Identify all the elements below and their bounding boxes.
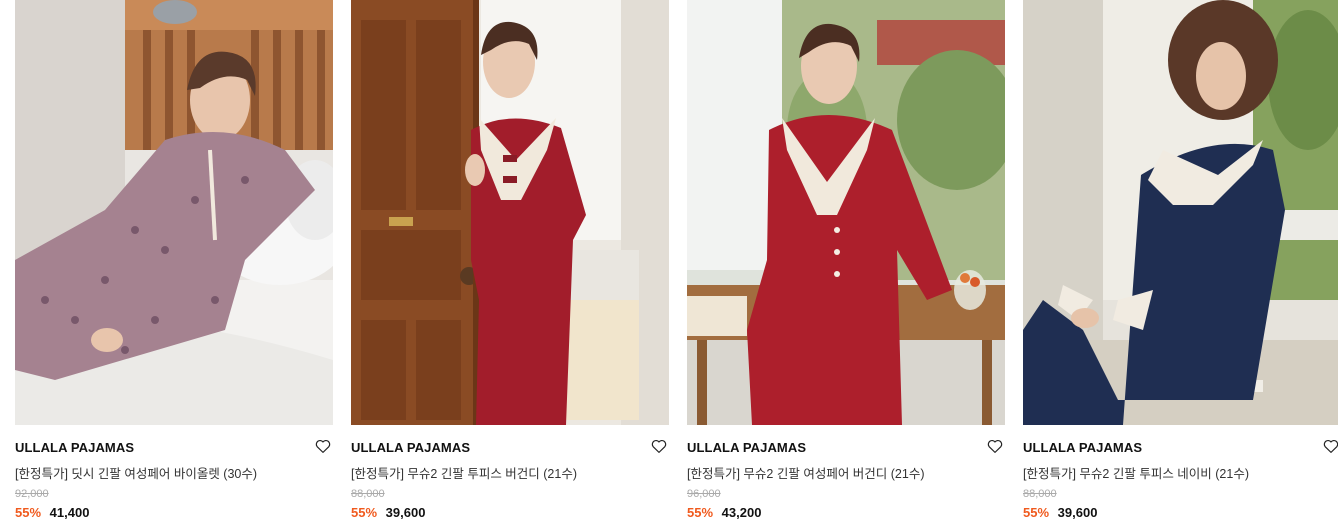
price-line: 55% 41,400: [15, 505, 89, 520]
sale-price: 41,400: [49, 505, 90, 520]
sale-price: 43,200: [721, 505, 762, 520]
price-line: 55% 43,200: [687, 505, 761, 520]
product-image[interactable]: [351, 0, 669, 425]
heart-outline-icon[interactable]: [314, 437, 332, 455]
product-title[interactable]: [한정특가] 무슈2 긴팔 투피스 네이비 (21수): [1023, 463, 1249, 482]
product-title[interactable]: [한정특가] 무슈2 긴팔 투피스 버건디 (21수): [351, 463, 577, 482]
product-photo-floral-pajamas: [15, 0, 333, 425]
original-price: 92,000: [15, 488, 49, 500]
product-title[interactable]: [한정특가] 무슈2 긴팔 여성페어 버건디 (21수): [687, 463, 925, 482]
product-card[interactable]: ULLALA PAJAMAS [한정특가] 무슈2 긴팔 여성페어 버건디 (2…: [687, 0, 1005, 521]
heart-outline-icon[interactable]: [986, 437, 1004, 455]
original-price: 96,000: [687, 488, 721, 500]
product-image[interactable]: [687, 0, 1005, 425]
product-image[interactable]: [15, 0, 333, 425]
product-photo-navy-pajamas-chair: [1023, 0, 1338, 425]
discount-rate: 55%: [351, 505, 378, 520]
price-line: 55% 39,600: [351, 505, 425, 520]
discount-rate: 55%: [1023, 505, 1050, 520]
price-line: 55% 39,600: [1023, 505, 1097, 520]
product-brand[interactable]: ULLALA PAJAMAS: [687, 440, 806, 455]
product-photo-red-pajamas-table: [687, 0, 1005, 425]
sale-price: 39,600: [1057, 505, 1098, 520]
product-photo-red-pajamas-door: [351, 0, 669, 425]
heart-outline-icon[interactable]: [1322, 437, 1338, 455]
product-card[interactable]: ULLALA PAJAMAS [한정특가] 무슈2 긴팔 투피스 네이비 (21…: [1023, 0, 1338, 521]
sale-price: 39,600: [385, 505, 426, 520]
product-image[interactable]: [1023, 0, 1338, 425]
product-grid: ULLALA PAJAMAS [한정특가] 딧시 긴팔 여성페어 바이올렛 (3…: [15, 0, 1338, 521]
original-price: 88,000: [1023, 488, 1057, 500]
discount-rate: 55%: [15, 505, 42, 520]
product-title[interactable]: [한정특가] 딧시 긴팔 여성페어 바이올렛 (30수): [15, 463, 257, 482]
product-brand[interactable]: ULLALA PAJAMAS: [351, 440, 470, 455]
discount-rate: 55%: [687, 505, 714, 520]
product-card[interactable]: ULLALA PAJAMAS [한정특가] 무슈2 긴팔 투피스 버건디 (21…: [351, 0, 669, 521]
original-price: 88,000: [351, 488, 385, 500]
product-brand[interactable]: ULLALA PAJAMAS: [1023, 440, 1142, 455]
heart-outline-icon[interactable]: [650, 437, 668, 455]
product-brand[interactable]: ULLALA PAJAMAS: [15, 440, 134, 455]
product-card[interactable]: ULLALA PAJAMAS [한정특가] 딧시 긴팔 여성페어 바이올렛 (3…: [15, 0, 333, 521]
